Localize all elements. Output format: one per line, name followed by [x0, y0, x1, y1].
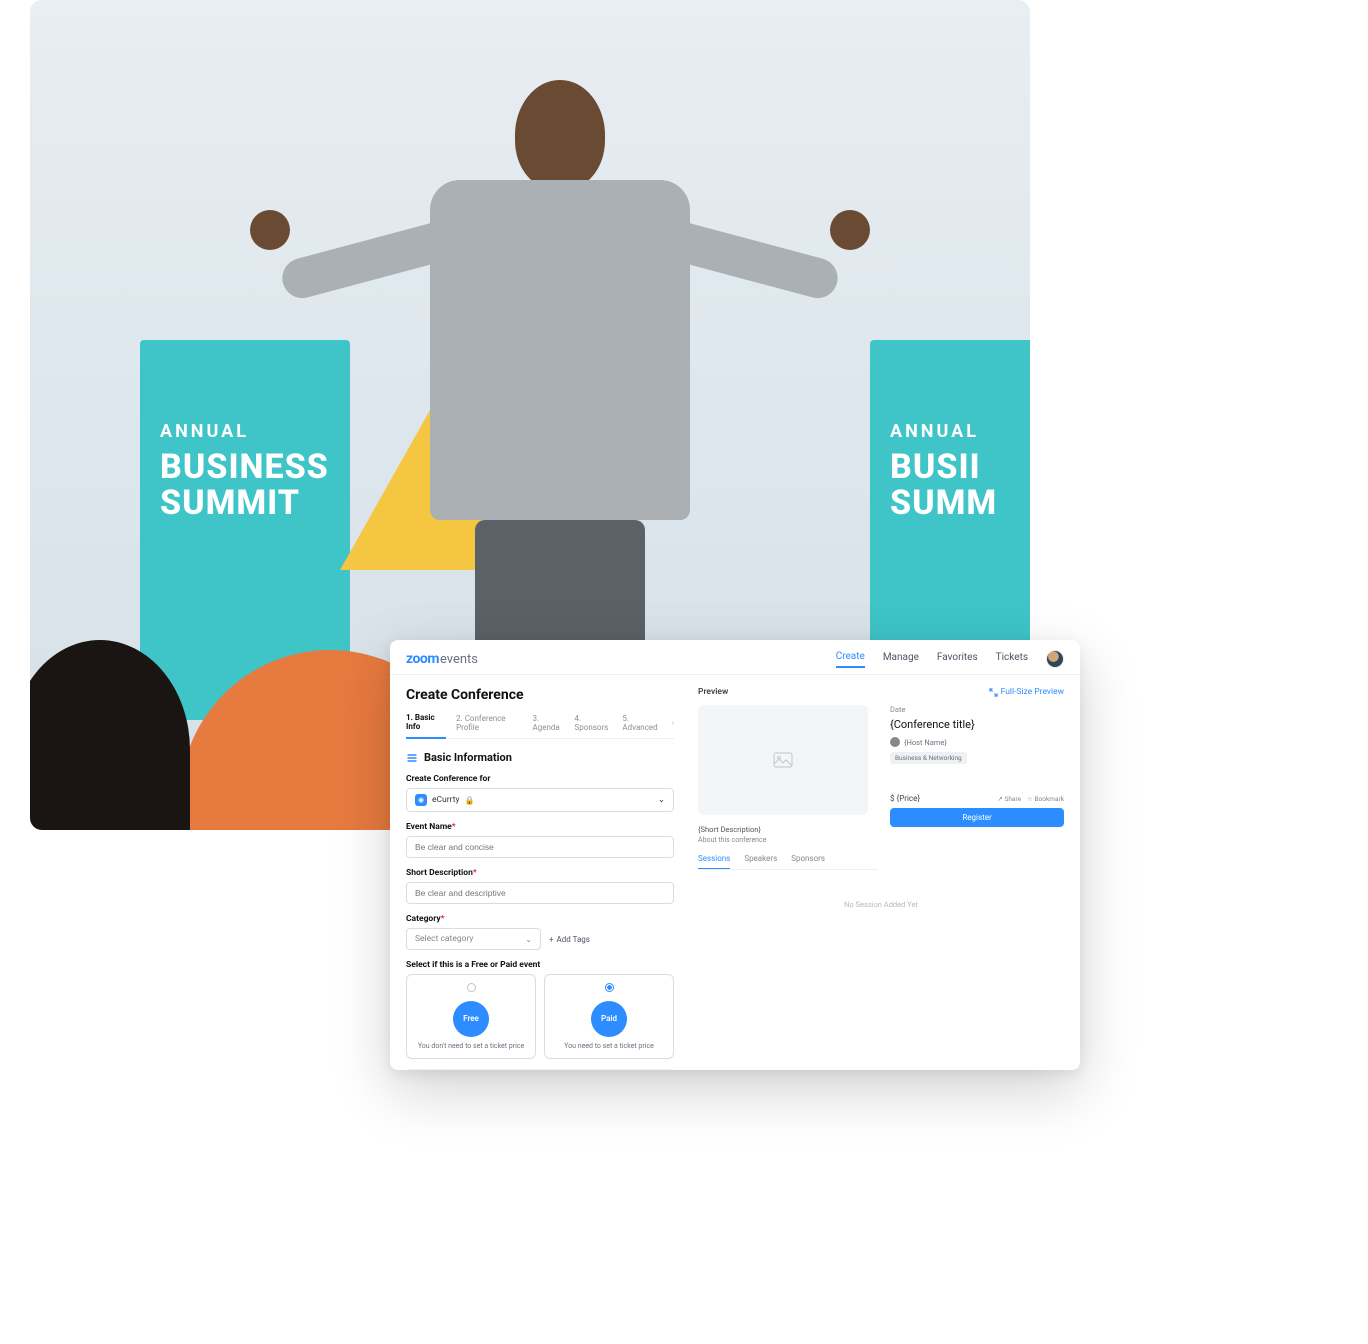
hub-select[interactable]: ◉ eCurrty 🔒 ⌄: [406, 788, 674, 812]
expand-icon: [989, 688, 998, 697]
share-button[interactable]: ↗ Share: [997, 795, 1021, 803]
speaker-figure: [390, 80, 730, 730]
preview-tabs: Sessions Speakers Sponsors: [698, 854, 878, 870]
banner-annual: ANNUAL: [160, 421, 330, 442]
label-event-name: Event Name*: [406, 822, 674, 832]
create-form-pane: Create Conference 1. Basic Info 2. Confe…: [390, 675, 690, 1070]
free-pill: Free: [453, 1001, 489, 1037]
step-agenda[interactable]: 3. Agenda: [533, 714, 565, 732]
host-name: {Host Name}: [904, 738, 947, 747]
bookmark-button[interactable]: ☆ Bookmark: [1027, 795, 1064, 803]
banner-smallprint: [160, 370, 330, 381]
preview-date: Date: [890, 705, 1064, 714]
paid-ticket-info: Paid tickets to this summit will be limi…: [406, 1069, 674, 1070]
step-advanced[interactable]: 5. Advanced: [622, 714, 661, 732]
preview-tab-sessions[interactable]: Sessions: [698, 854, 730, 869]
register-button[interactable]: Register: [890, 808, 1064, 827]
label-hub: Create Conference for: [406, 774, 674, 784]
nav-tickets[interactable]: Tickets: [996, 652, 1028, 667]
chevron-down-icon: ⌄: [525, 935, 532, 944]
no-sessions-message: No Session Added Yet: [698, 900, 1064, 909]
nav-manage[interactable]: Manage: [883, 652, 919, 667]
preview-about: About this conference: [698, 836, 878, 844]
full-size-preview-button[interactable]: Full-Size Preview: [989, 687, 1064, 697]
preview-cover-placeholder: [698, 705, 868, 815]
free-desc: You don't need to set a ticket price: [415, 1042, 527, 1050]
preview-pane: Preview Full-Size Preview {Short Descrip…: [690, 675, 1080, 1070]
banner-title: BUSINESS SUMMIT: [160, 450, 330, 521]
host-avatar: [890, 737, 900, 747]
event-type-paid[interactable]: Paid You need to set a ticket price: [544, 974, 674, 1059]
list-icon: [406, 752, 418, 764]
preview-price: $ {Price}: [890, 794, 920, 803]
chevron-right-icon: ›: [672, 718, 674, 727]
step-sponsors[interactable]: 4. Sponsors: [575, 714, 613, 732]
event-type-free[interactable]: Free You don't need to set a ticket pric…: [406, 974, 536, 1059]
hub-value: eCurrty: [432, 795, 460, 805]
plus-icon: +: [549, 935, 554, 944]
preview-tab-speakers[interactable]: Speakers: [744, 854, 777, 869]
short-desc-input[interactable]: [406, 882, 674, 904]
radio-paid[interactable]: [605, 983, 614, 992]
hub-icon: ◉: [415, 794, 427, 806]
app-header: zoom events Create Manage Favorites Tick…: [390, 640, 1080, 675]
add-tags-button[interactable]: + Add Tags: [549, 935, 590, 944]
chevron-down-icon: ⌄: [658, 795, 665, 805]
nav-create[interactable]: Create: [836, 651, 865, 668]
preview-short-desc: {Short Description}: [698, 825, 878, 834]
preview-title: {Conference title}: [890, 718, 1064, 731]
step-profile[interactable]: 2. Conference Profile: [456, 714, 522, 732]
paid-desc: You need to set a ticket price: [553, 1042, 665, 1050]
category-select[interactable]: Select category ⌄: [406, 928, 541, 950]
zoom-events-logo[interactable]: zoom events: [406, 651, 478, 667]
zoom-events-window: zoom events Create Manage Favorites Tick…: [390, 640, 1080, 1070]
section-basic-info: Basic Information: [406, 751, 674, 764]
label-category: Category*: [406, 914, 674, 924]
category-pill: Business & Networking: [890, 752, 967, 764]
preview-label: Preview: [698, 687, 728, 697]
page-title: Create Conference: [406, 687, 674, 703]
step-basic-info[interactable]: 1. Basic Info: [406, 713, 446, 739]
event-name-input[interactable]: [406, 836, 674, 858]
wizard-steps: 1. Basic Info 2. Conference Profile 3. A…: [406, 713, 674, 739]
nav-favorites[interactable]: Favorites: [937, 652, 978, 667]
paid-pill: Paid: [591, 1001, 627, 1037]
label-event-type: Select if this is a Free or Paid event: [406, 960, 674, 970]
image-icon: [773, 752, 793, 768]
preview-tab-sponsors[interactable]: Sponsors: [791, 854, 825, 869]
header-nav: Create Manage Favorites Tickets: [836, 650, 1064, 668]
radio-free[interactable]: [467, 983, 476, 992]
profile-avatar[interactable]: [1046, 650, 1064, 668]
lock-icon: 🔒: [465, 796, 475, 805]
label-short-desc: Short Description*: [406, 868, 674, 878]
